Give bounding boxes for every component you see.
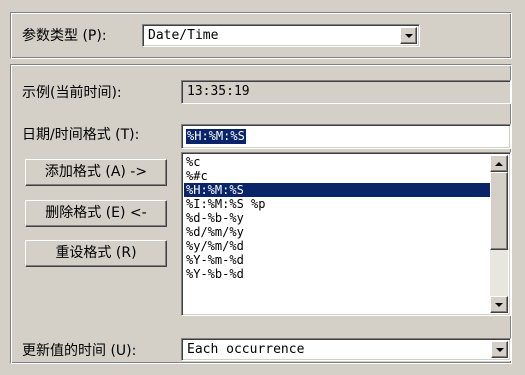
list-item[interactable]: %c [184, 155, 490, 169]
param-type-select[interactable]: Date/Time [142, 24, 420, 47]
example-value: 13:35:19 [187, 84, 250, 99]
format-list-scrollbar[interactable] [490, 155, 508, 313]
datetime-format-label: 日期/时间格式 (T): [22, 127, 140, 143]
list-item[interactable]: %y/%m/%d [184, 239, 490, 253]
format-list-items: %c %#c %H:%M:%S %I:%M:%S %p %d-%b-%y %d/%m/%y… [184, 155, 490, 313]
scroll-down-button[interactable] [490, 296, 508, 313]
chevron-down-icon [495, 302, 503, 307]
list-item[interactable]: %d/%m/%y [184, 225, 490, 239]
chevron-down-icon [404, 33, 413, 38]
example-label: 示例(当前时间): [22, 85, 122, 101]
update-time-label: 更新值的时间 (U): [22, 343, 137, 359]
add-format-button[interactable]: 添加格式 (A) -> [25, 159, 167, 186]
example-field: 13:35:19 [181, 80, 511, 104]
delete-format-button[interactable]: 删除格式 (E) <- [25, 200, 167, 227]
update-time-dropdown-button[interactable] [491, 341, 508, 358]
reset-format-button[interactable]: 重设格式 (R) [25, 240, 167, 267]
datetime-format-input[interactable]: %H:%M:%S [181, 124, 511, 149]
update-time-value: Each occurrence [187, 342, 305, 357]
list-item[interactable]: %Y-%b-%d [184, 267, 490, 281]
list-item[interactable]: %d-%b-%y [184, 211, 490, 225]
scroll-up-button[interactable] [490, 155, 508, 172]
list-item[interactable]: %I:%M:%S %p [184, 197, 490, 211]
datetime-format-value: %H:%M:%S [186, 129, 246, 144]
list-item[interactable]: %#c [184, 169, 490, 183]
scroll-thumb[interactable] [490, 172, 508, 250]
chevron-down-icon [495, 347, 504, 352]
param-type-label: 参数类型 (P): [22, 28, 107, 44]
format-listbox[interactable]: %c %#c %H:%M:%S %I:%M:%S %p %d-%b-%y %d/%m/%y… [181, 152, 511, 316]
chevron-up-icon [495, 161, 503, 166]
param-type-value: Date/Time [148, 28, 219, 43]
list-item[interactable]: %H:%M:%S [184, 183, 490, 197]
list-item[interactable]: %Y-%m-%d [184, 253, 490, 267]
update-time-select[interactable]: Each occurrence [181, 338, 511, 361]
param-type-dropdown-button[interactable] [400, 27, 417, 44]
